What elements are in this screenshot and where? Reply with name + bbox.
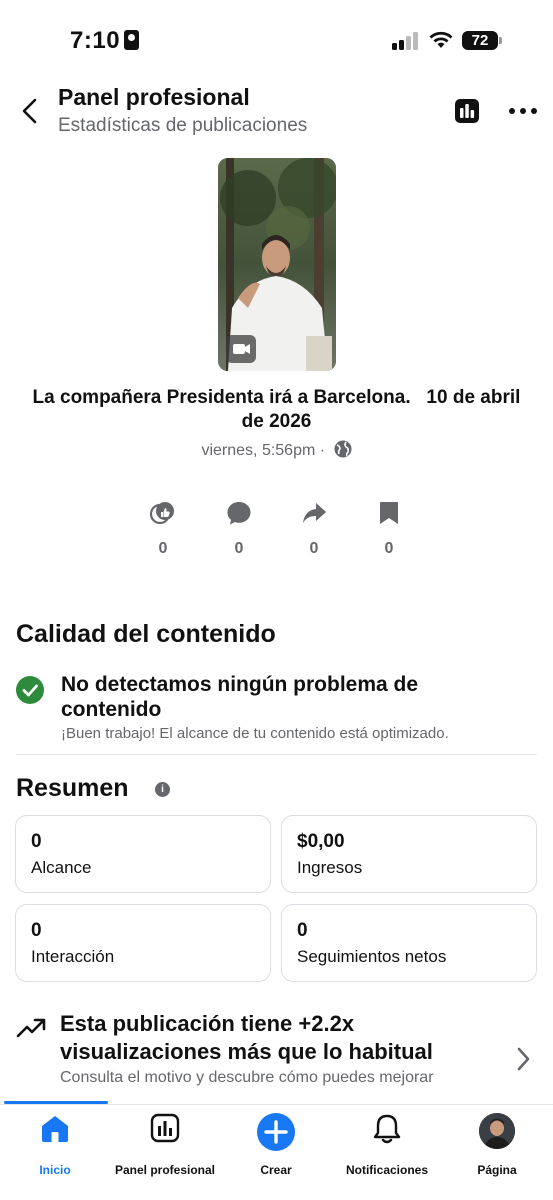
earnings-value: $0,00 bbox=[297, 831, 345, 852]
net-follows-value: 0 bbox=[297, 920, 308, 941]
tab-notificaciones-label: Notificaciones bbox=[345, 1163, 429, 1177]
tab-panel-profesional[interactable]: Panel profesional bbox=[110, 1113, 220, 1177]
tab-crear[interactable]: Crear bbox=[221, 1113, 331, 1177]
insights-chart-icon[interactable] bbox=[454, 98, 480, 124]
reach-card[interactable]: 0 Alcance bbox=[15, 815, 271, 893]
battery-icon: 72 bbox=[462, 31, 498, 50]
wifi-icon bbox=[429, 31, 453, 48]
reactions-stat: 0 bbox=[143, 500, 183, 558]
page-title: Panel profesional bbox=[58, 84, 250, 110]
quality-status-subtitle: ¡Buen trabajo! El alcance de tu contenid… bbox=[61, 725, 449, 742]
status-bar: 7:10 72 bbox=[0, 0, 553, 70]
post-video-thumbnail[interactable] bbox=[218, 158, 336, 371]
insight-subtitle: Consulta el motivo y descubre cómo puede… bbox=[60, 1069, 434, 1086]
saves-count: 0 bbox=[384, 540, 394, 557]
cellular-signal-icon bbox=[392, 32, 420, 50]
reach-value: 0 bbox=[31, 831, 42, 852]
home-icon bbox=[42, 1116, 68, 1142]
comments-count: 0 bbox=[234, 540, 244, 557]
performance-insight[interactable]: Esta publicación tiene +2.2x visualizaci… bbox=[0, 1010, 553, 1102]
shares-stat: 0 bbox=[294, 500, 334, 558]
share-icon bbox=[303, 503, 326, 523]
shares-count: 0 bbox=[309, 540, 319, 557]
status-time: 7:10 bbox=[70, 27, 121, 54]
dashboard-chart-icon bbox=[150, 1113, 180, 1143]
net-follows-label: Seguimientos netos bbox=[297, 947, 447, 966]
comment-icon bbox=[227, 502, 251, 525]
plus-circle-icon bbox=[257, 1113, 295, 1151]
bottom-tab-bar: Inicio Panel profesional Crear Notificac… bbox=[0, 1104, 553, 1200]
quality-status-title: No detectamos ningún problema de conteni… bbox=[61, 673, 419, 721]
reach-label: Alcance bbox=[31, 858, 92, 877]
engagement-card[interactable]: 0 Interacción bbox=[15, 904, 271, 982]
post-title: La compañera Presidenta irá a Barcelona.… bbox=[32, 387, 526, 432]
page-subtitle: Estadísticas de publicaciones bbox=[58, 115, 308, 136]
tab-pagina[interactable]: Página bbox=[442, 1113, 552, 1177]
comments-stat: 0 bbox=[219, 500, 259, 558]
tab-notificaciones[interactable]: Notificaciones bbox=[332, 1113, 442, 1177]
bell-icon bbox=[373, 1114, 401, 1144]
reaction-stats: 0 0 0 0 bbox=[0, 500, 553, 570]
page-avatar bbox=[479, 1113, 515, 1149]
tab-panel-profesional-label: Panel profesional bbox=[114, 1163, 216, 1177]
back-arrow-icon[interactable] bbox=[18, 96, 44, 126]
tab-crear-label: Crear bbox=[260, 1163, 292, 1177]
id-card-icon bbox=[124, 30, 139, 50]
check-circle-icon bbox=[16, 676, 44, 704]
section-divider bbox=[16, 754, 537, 755]
video-camera-icon bbox=[226, 335, 256, 363]
post-timestamp: viernes, 5:56pm · bbox=[201, 442, 326, 459]
earnings-card[interactable]: $0,00 Ingresos bbox=[281, 815, 537, 893]
insight-title: Esta publicación tiene +2.2x visualizaci… bbox=[60, 1011, 433, 1064]
bookmark-icon bbox=[380, 502, 398, 524]
page-header: Panel profesional Estadísticas de public… bbox=[0, 80, 553, 150]
reactions-count: 0 bbox=[158, 540, 168, 557]
trending-up-icon bbox=[16, 1018, 46, 1038]
tab-pagina-label: Página bbox=[477, 1163, 517, 1177]
summary-heading: Resumen bbox=[16, 774, 129, 802]
reactions-icon bbox=[150, 502, 174, 525]
more-options-icon[interactable] bbox=[508, 98, 538, 124]
info-icon[interactable]: i bbox=[155, 782, 170, 797]
saves-stat: 0 bbox=[369, 500, 409, 558]
tab-inicio[interactable]: Inicio bbox=[0, 1113, 110, 1177]
battery-tip bbox=[499, 37, 502, 44]
chevron-right-icon bbox=[517, 1047, 530, 1071]
content-quality-heading: Calidad del contenido bbox=[16, 620, 276, 648]
net-follows-card[interactable]: 0 Seguimientos netos bbox=[281, 904, 537, 982]
globe-icon bbox=[334, 440, 352, 458]
engagement-label: Interacción bbox=[31, 947, 115, 966]
post-meta: viernes, 5:56pm · bbox=[0, 440, 553, 460]
tab-inicio-label: Inicio bbox=[39, 1163, 71, 1177]
engagement-value: 0 bbox=[31, 920, 42, 941]
earnings-label: Ingresos bbox=[297, 858, 363, 877]
